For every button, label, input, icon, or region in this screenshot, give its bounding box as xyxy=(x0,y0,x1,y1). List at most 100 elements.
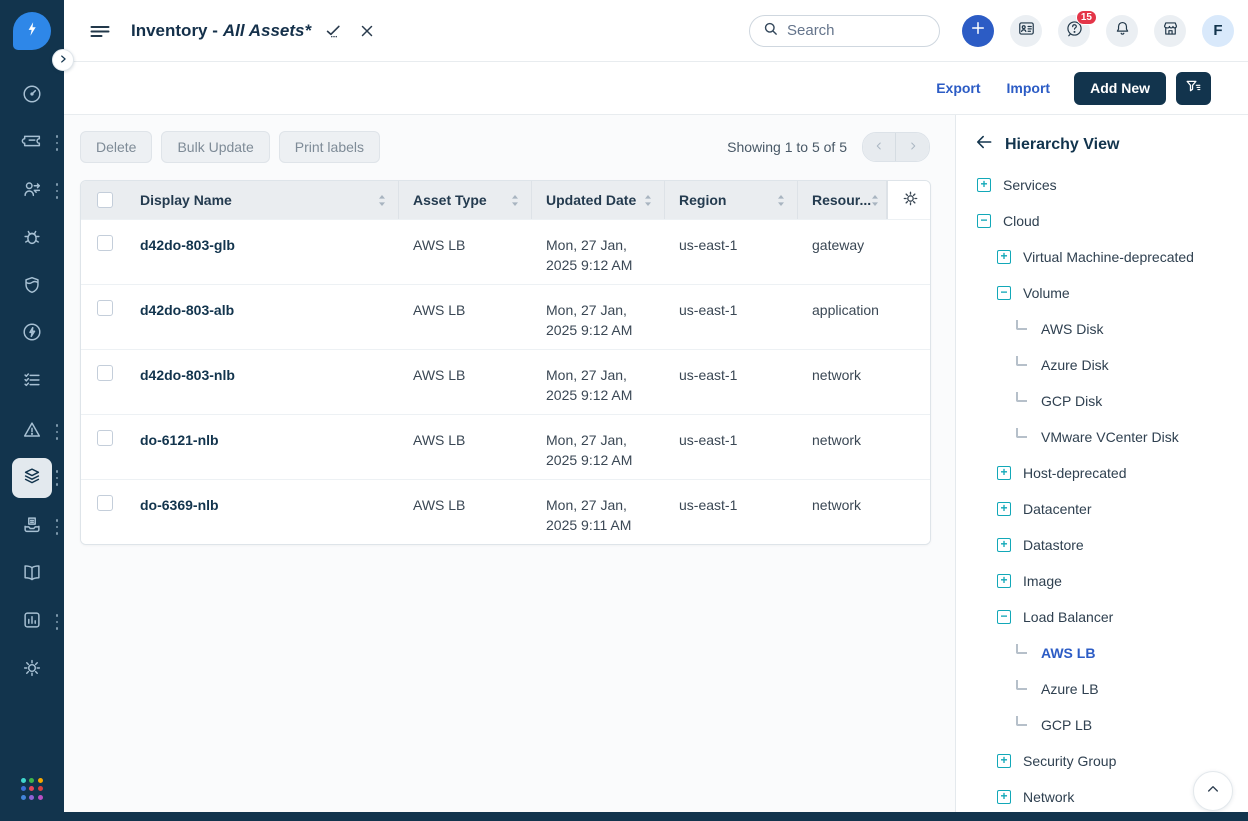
sort-icon[interactable] xyxy=(644,194,652,207)
export-button[interactable]: Export xyxy=(936,80,980,96)
row-checkbox[interactable] xyxy=(97,300,113,316)
tree-toggle-plus-icon[interactable]: + xyxy=(997,250,1011,264)
tree-item-host-deprecated[interactable]: + Host-deprecated xyxy=(956,455,1248,491)
tree-toggle-minus-icon[interactable]: − xyxy=(977,214,991,228)
sidebar-item-assets-active[interactable] xyxy=(12,458,52,498)
save-view-icon[interactable] xyxy=(323,21,343,41)
analytics-overflow-menu[interactable] xyxy=(53,614,61,630)
sort-icon[interactable] xyxy=(777,194,785,207)
table-row[interactable]: d42do-803-albAWS LBMon, 27 Jan,2025 9:12… xyxy=(81,284,930,349)
tree-toggle-plus-icon[interactable]: + xyxy=(997,538,1011,552)
filter-button[interactable] xyxy=(1176,72,1211,105)
table-row[interactable]: d42do-803-glbAWS LBMon, 27 Jan,2025 9:12… xyxy=(81,219,930,284)
table-settings-button[interactable] xyxy=(887,181,931,219)
tree-toggle-plus-icon[interactable]: + xyxy=(997,466,1011,480)
contact-card-button[interactable] xyxy=(1010,15,1042,47)
tree-item-virtual-machine-deprecated[interactable]: + Virtual Machine-deprecated xyxy=(956,239,1248,275)
tree-item-label[interactable]: Volume xyxy=(1023,285,1070,301)
alerts-overflow-menu[interactable] xyxy=(53,424,61,440)
tree-item-label[interactable]: GCP LB xyxy=(1041,717,1092,733)
user-avatar[interactable]: F xyxy=(1202,15,1234,47)
notifications-button[interactable] xyxy=(1106,15,1138,47)
tree-item-label[interactable]: Image xyxy=(1023,573,1062,589)
tree-item-label[interactable]: AWS LB xyxy=(1041,645,1095,661)
table-row[interactable]: do-6121-nlbAWS LBMon, 27 Jan,2025 9:12 A… xyxy=(81,414,930,479)
contracts-overflow-menu[interactable] xyxy=(53,519,61,535)
cell-display-name[interactable]: do-6121-nlb xyxy=(126,415,399,479)
tree-item-aws-lb[interactable]: AWS LB xyxy=(956,635,1248,671)
delete-button[interactable]: Delete xyxy=(80,131,152,163)
tree-item-datacenter[interactable]: + Datacenter xyxy=(956,491,1248,527)
row-checkbox[interactable] xyxy=(97,365,113,381)
sidebar-item-alerts[interactable] xyxy=(20,420,44,444)
sidebar-item-analytics[interactable] xyxy=(20,610,44,634)
print-labels-button[interactable]: Print labels xyxy=(279,131,380,163)
sidebar-item-tickets[interactable] xyxy=(20,131,44,155)
global-search[interactable] xyxy=(749,15,940,47)
tickets-overflow-menu[interactable] xyxy=(53,135,61,151)
tree-item-label[interactable]: Azure Disk xyxy=(1041,357,1109,373)
requesters-overflow-menu[interactable] xyxy=(53,183,61,199)
column-header-resource[interactable]: Resour... xyxy=(798,181,887,219)
tree-toggle-plus-icon[interactable]: + xyxy=(997,754,1011,768)
tree-item-label[interactable]: AWS Disk xyxy=(1041,321,1103,337)
tree-item-label[interactable]: Host-deprecated xyxy=(1023,465,1127,481)
tree-toggle-plus-icon[interactable]: + xyxy=(997,574,1011,588)
tree-item-aws-disk[interactable]: AWS Disk xyxy=(956,311,1248,347)
cell-display-name[interactable]: do-6369-nlb xyxy=(126,480,399,544)
column-header-display-name[interactable]: Display Name xyxy=(126,181,399,219)
sort-icon[interactable] xyxy=(871,194,879,207)
column-header-updated-date[interactable]: Updated Date xyxy=(532,181,665,219)
row-checkbox[interactable] xyxy=(97,235,113,251)
tree-toggle-plus-icon[interactable]: + xyxy=(997,790,1011,804)
close-view-icon[interactable] xyxy=(358,22,376,40)
tree-item-volume[interactable]: −Volume xyxy=(956,275,1248,311)
sidebar-item-solutions[interactable] xyxy=(20,563,44,587)
tree-item-cloud[interactable]: −Cloud xyxy=(956,203,1248,239)
cell-display-name[interactable]: d42do-803-glb xyxy=(126,220,399,284)
tree-item-azure-disk[interactable]: Azure Disk xyxy=(956,347,1248,383)
tree-item-load-balancer[interactable]: −Load Balancer xyxy=(956,599,1248,635)
scroll-to-top-button[interactable] xyxy=(1193,771,1233,811)
add-new-button[interactable]: Add New xyxy=(1074,72,1166,105)
tree-item-label[interactable]: Load Balancer xyxy=(1023,609,1113,625)
row-checkbox[interactable] xyxy=(97,430,113,446)
cell-display-name[interactable]: d42do-803-alb xyxy=(126,285,399,349)
tree-item-services[interactable]: + Services xyxy=(956,167,1248,203)
tree-item-label[interactable]: Cloud xyxy=(1003,213,1040,229)
add-new-global-button[interactable] xyxy=(962,15,994,47)
tree-item-gcp-lb[interactable]: GCP LB xyxy=(956,707,1248,743)
table-row[interactable]: d42do-803-nlbAWS LBMon, 27 Jan,2025 9:12… xyxy=(81,349,930,414)
import-button[interactable]: Import xyxy=(1007,80,1051,96)
sidebar-item-tasks[interactable] xyxy=(20,370,44,394)
search-input[interactable] xyxy=(787,22,927,39)
row-checkbox[interactable] xyxy=(97,495,113,511)
sidebar-item-requesters[interactable] xyxy=(20,179,44,203)
tree-toggle-plus-icon[interactable]: + xyxy=(977,178,991,192)
sidebar-expand-button[interactable] xyxy=(52,49,74,71)
select-all-checkbox[interactable] xyxy=(97,192,113,208)
tree-item-label[interactable]: Services xyxy=(1003,177,1057,193)
help-button[interactable]: 15 xyxy=(1058,15,1090,47)
tree-item-azure-lb[interactable]: Azure LB xyxy=(956,671,1248,707)
tree-item-label[interactable]: Security Group xyxy=(1023,753,1116,769)
assets-overflow-menu[interactable] xyxy=(53,470,61,486)
tree-item-label[interactable]: VMware VCenter Disk xyxy=(1041,429,1179,445)
tree-item-label[interactable]: Datacenter xyxy=(1023,501,1091,517)
tree-item-label[interactable]: GCP Disk xyxy=(1041,393,1102,409)
tree-toggle-minus-icon[interactable]: − xyxy=(997,610,1011,624)
tree-toggle-plus-icon[interactable]: + xyxy=(997,502,1011,516)
tree-item-datastore[interactable]: + Datastore xyxy=(956,527,1248,563)
bulk-update-button[interactable]: Bulk Update xyxy=(161,131,269,163)
tree-item-label[interactable]: Datastore xyxy=(1023,537,1084,553)
sidebar-item-admin[interactable] xyxy=(20,658,44,682)
tree-item-vmware-vcenter-disk[interactable]: VMware VCenter Disk xyxy=(956,419,1248,455)
sort-icon[interactable] xyxy=(511,194,519,207)
column-header-region[interactable]: Region xyxy=(665,181,798,219)
sidebar-item-problems[interactable] xyxy=(20,227,44,251)
table-row[interactable]: do-6369-nlbAWS LBMon, 27 Jan,2025 9:11 A… xyxy=(81,479,930,544)
column-header-asset-type[interactable]: Asset Type xyxy=(399,181,532,219)
tree-item-label[interactable]: Virtual Machine-deprecated xyxy=(1023,249,1194,265)
app-logo[interactable] xyxy=(13,12,51,50)
sidebar-item-contracts[interactable] xyxy=(20,515,44,539)
